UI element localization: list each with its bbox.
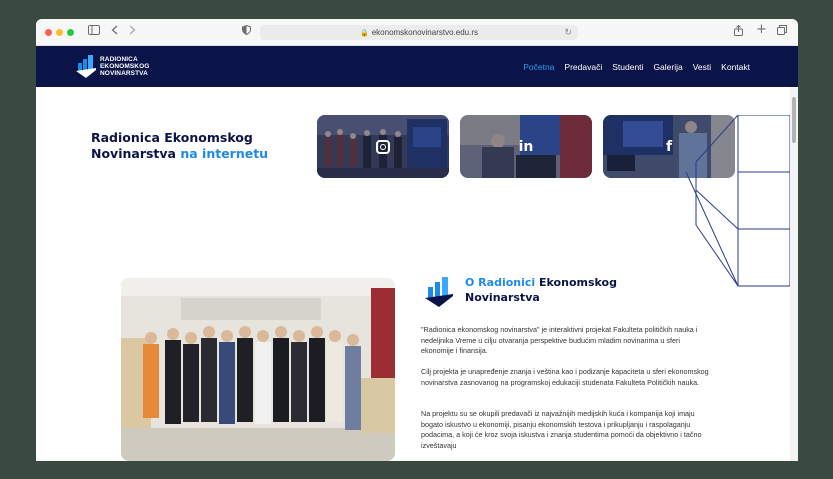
- decorative-lines: [685, 115, 790, 287]
- logo-line-2: EKONOMSKOG: [100, 63, 150, 70]
- logo-mark-icon: [76, 55, 96, 78]
- address-bar[interactable]: 🔒 ekonomskonovinarstvo.edu.rs ↻: [260, 25, 578, 40]
- browser-toolbar: 🔒 ekonomskonovinarstvo.edu.rs ↻ +: [36, 19, 798, 46]
- instagram-card[interactable]: [317, 115, 449, 178]
- main-nav: Početna Predavači Studenti Galerija Vest…: [523, 46, 750, 87]
- about-paragraph: Na projektu su se okupili predavači iz n…: [421, 409, 702, 450]
- close-window-button[interactable]: [45, 29, 52, 36]
- nav-link-pocetna[interactable]: Početna: [523, 62, 554, 72]
- sidebar-icon[interactable]: [88, 25, 100, 39]
- page-content: Radionica Ekonomskog Novinarstva na inte…: [36, 87, 790, 461]
- forward-icon[interactable]: [129, 25, 136, 39]
- about-paragraph: Cilj projekta je unapređenje znanja i ve…: [421, 367, 709, 387]
- new-tab-icon[interactable]: +: [756, 23, 767, 37]
- tabs-icon[interactable]: [777, 25, 787, 39]
- internet-title-highlight: na internetu: [180, 146, 269, 161]
- browser-window: 🔒 ekonomskonovinarstvo.edu.rs ↻ + RADIONI…: [36, 19, 798, 461]
- back-icon[interactable]: [111, 25, 118, 39]
- team-photo: [121, 278, 395, 461]
- internet-section-title: Radionica Ekonomskog Novinarstva na inte…: [91, 130, 291, 162]
- nav-link-galerija[interactable]: Galerija: [653, 62, 682, 72]
- reload-icon[interactable]: ↻: [564, 25, 572, 40]
- about-title-highlight: O Radionici: [465, 276, 536, 289]
- zoom-window-button[interactable]: [67, 29, 74, 36]
- shield-icon[interactable]: [242, 24, 251, 39]
- nav-link-predavaci[interactable]: Predavači: [564, 62, 602, 72]
- share-icon[interactable]: [734, 24, 743, 40]
- minimize-window-button[interactable]: [56, 29, 63, 36]
- nav-link-studenti[interactable]: Studenti: [612, 62, 643, 72]
- scrollbar-thumb[interactable]: [792, 97, 796, 143]
- nav-link-vesti[interactable]: Vesti: [693, 62, 711, 72]
- site-logo[interactable]: RADIONICA EKONOMSKOG NOVINARSTVA: [76, 53, 156, 81]
- linkedin-icon: in: [518, 138, 534, 155]
- site-header: RADIONICA EKONOMSKOG NOVINARSTVA Početna…: [36, 46, 798, 87]
- about-logo-icon: [425, 277, 453, 307]
- logo-text: RADIONICA EKONOMSKOG NOVINARSTVA: [100, 56, 149, 77]
- linkedin-card[interactable]: in: [460, 115, 592, 178]
- about-title: O Radionici Ekonomskog Novinarstva: [465, 275, 685, 305]
- url-text: ekonomskonovinarstvo.edu.rs: [371, 28, 478, 37]
- logo-line-3: NOVINARSTVA: [100, 70, 148, 77]
- page-scrollbar[interactable]: [790, 87, 798, 461]
- instagram-icon: [376, 139, 390, 154]
- nav-link-kontakt[interactable]: Kontakt: [721, 62, 750, 72]
- lock-icon: 🔒: [360, 30, 369, 37]
- about-paragraph: "Radionica ekonomskog novinarstva" je in…: [421, 325, 698, 355]
- logo-line-1: RADIONICA: [100, 56, 138, 63]
